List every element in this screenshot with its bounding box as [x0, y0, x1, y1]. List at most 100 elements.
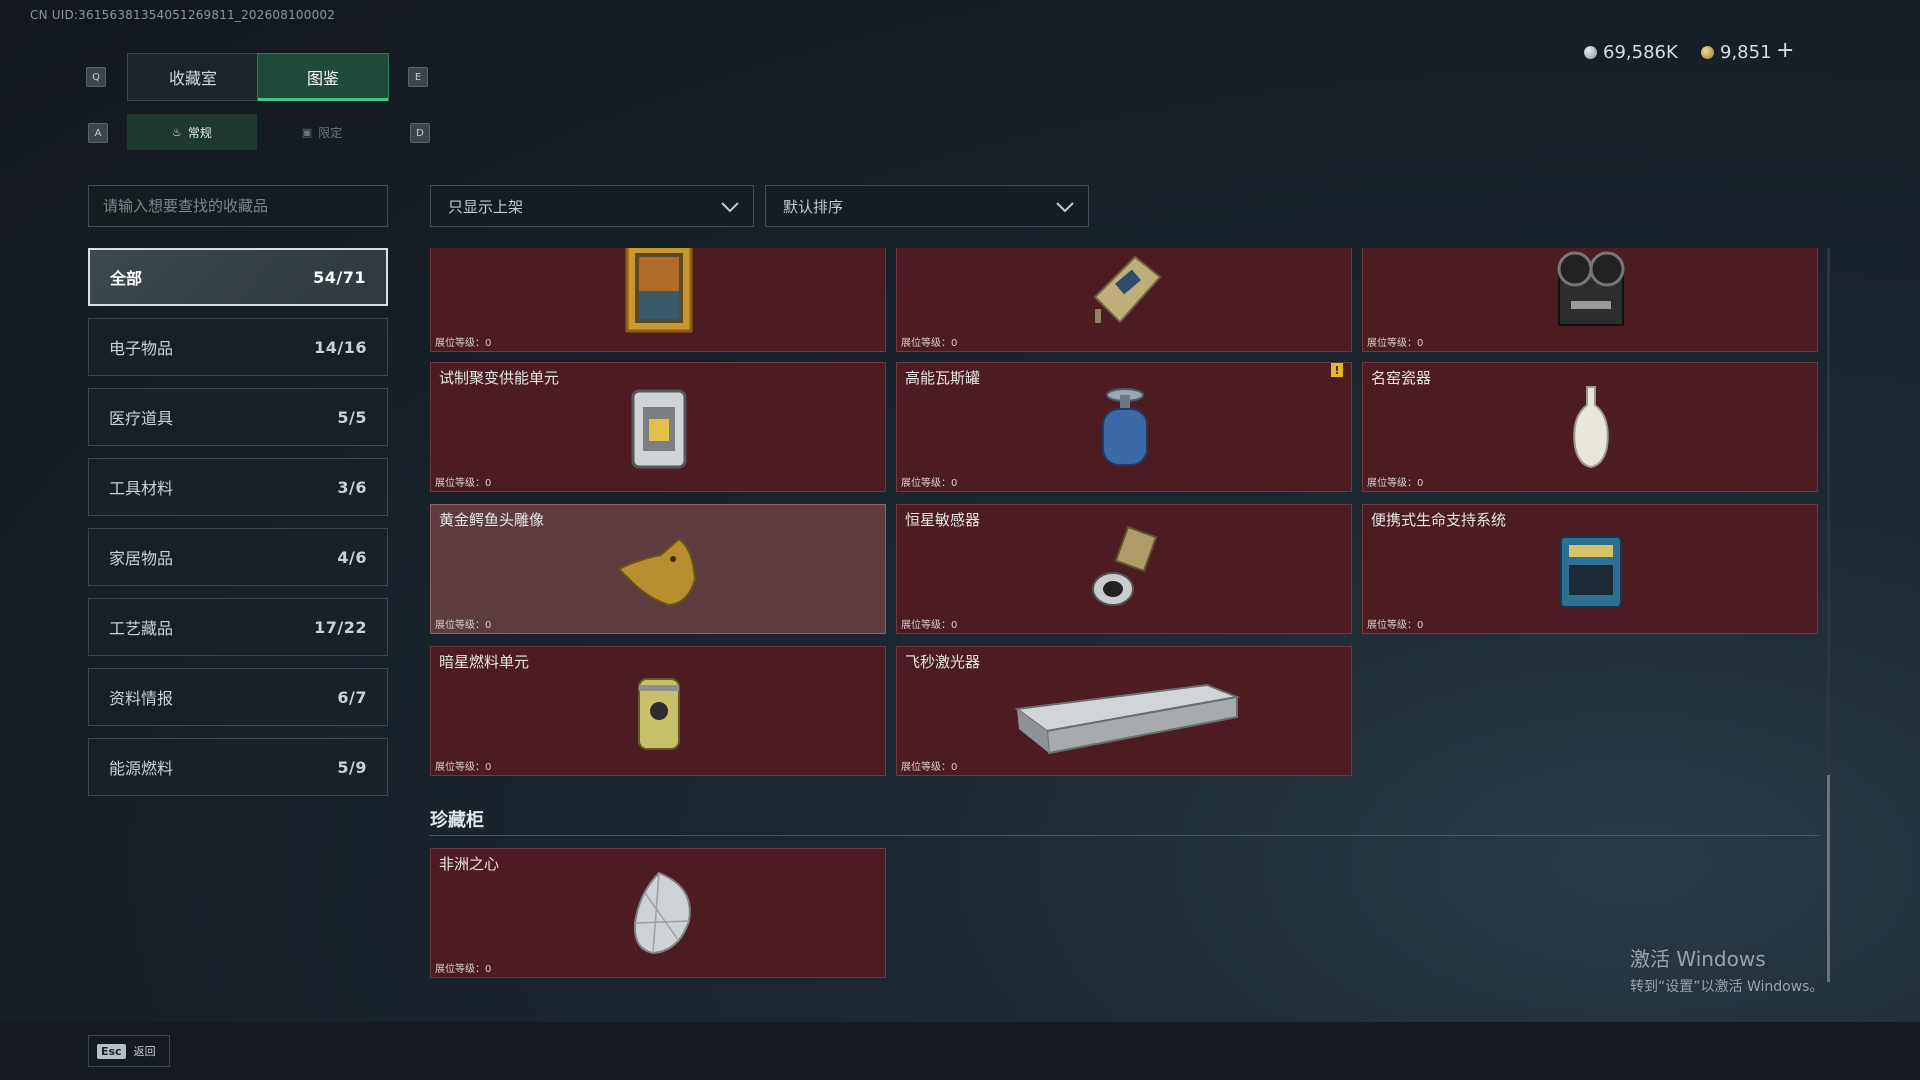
item-name: 飞秒激光器 — [905, 653, 981, 671]
laser-box-icon — [1014, 683, 1241, 755]
booth-level: 展位等级：0 — [435, 620, 492, 631]
search-input[interactable] — [89, 186, 387, 226]
subtab-regular[interactable]: ♨ 常规 — [127, 114, 257, 150]
category-count: 17/22 — [314, 617, 367, 637]
chevron-down-icon — [721, 202, 739, 213]
treasure-section-title: 珍藏柜 — [430, 810, 484, 831]
fusion-unit-icon — [631, 389, 687, 469]
device-icon — [1093, 255, 1162, 324]
watermark-title: 激活 Windows — [1630, 947, 1766, 971]
sort-dropdown[interactable]: 默认排序 — [765, 185, 1089, 227]
category-count: 4/6 — [337, 547, 367, 567]
category-household[interactable]: 家居物品 4/6 — [88, 528, 388, 586]
watermark-subtitle: 转到“设置”以激活 Windows。 — [1630, 979, 1824, 995]
life-support-icon — [1560, 536, 1622, 608]
tab-collection-room[interactable]: 收藏室 — [127, 53, 259, 101]
item-card-painting[interactable]: 展位等级：0 — [430, 248, 886, 352]
category-count: 6/7 — [337, 687, 367, 707]
item-card[interactable]: 高能瓦斯罐 ! 展位等级：0 — [896, 362, 1352, 492]
collection-grid: 展位等级：0 展位等级：0 展位等级：0 试制聚变供能单元 展位等级：0 高能瓦… — [430, 248, 1820, 1038]
booth-level: 展位等级：0 — [435, 762, 492, 773]
item-name: 黄金鳄鱼头雕像 — [439, 511, 545, 529]
esc-key-icon: Esc — [97, 1043, 126, 1059]
limited-icon: ▣ — [301, 125, 313, 139]
category-all[interactable]: 全部 54/71 — [88, 248, 388, 306]
category-count: 5/5 — [337, 407, 367, 427]
windows-activation-watermark: 激活 Windows 转到“设置”以激活 Windows。 — [1630, 943, 1823, 996]
booth-level: 展位等级：0 — [901, 478, 958, 489]
category-label: 工艺藏品 — [109, 619, 174, 638]
subtab-regular-label: 常规 — [187, 125, 212, 140]
item-name: 试制聚变供能单元 — [439, 369, 560, 387]
shelf-filter-value: 只显示上架 — [448, 197, 524, 216]
scrollbar-thumb[interactable] — [1827, 775, 1830, 982]
category-count: 3/6 — [337, 477, 367, 497]
item-card[interactable]: 名窑瓷器 展位等级：0 — [1362, 362, 1818, 492]
diamond-icon — [633, 871, 691, 955]
item-card-reel-recorder[interactable]: 展位等级：0 — [1362, 248, 1818, 352]
item-name: 便携式生命支持系统 — [1371, 511, 1507, 529]
item-name: 暗星燃料单元 — [439, 653, 530, 671]
category-label: 资料情报 — [109, 689, 174, 708]
category-crafts[interactable]: 工艺藏品 17/22 — [88, 598, 388, 656]
key-hint-prev-subtab: A — [88, 123, 108, 143]
item-card-device[interactable]: 展位等级：0 — [896, 248, 1352, 352]
booth-level: 展位等级：0 — [435, 964, 492, 975]
currency-secondary: 9,851 — [1701, 42, 1772, 63]
category-count: 54/71 — [313, 267, 366, 287]
item-card[interactable]: 黄金鳄鱼头雕像 展位等级：0 — [430, 504, 886, 634]
currency-secondary-value: 9,851 — [1720, 42, 1772, 63]
category-tools[interactable]: 工具材料 3/6 — [88, 458, 388, 516]
porcelain-vase-icon — [1573, 386, 1609, 469]
back-button[interactable]: Esc 返回 — [88, 1035, 170, 1067]
category-energy[interactable]: 能源燃料 5/9 — [88, 738, 388, 796]
shelf-filter-dropdown[interactable]: 只显示上架 — [430, 185, 754, 227]
category-electronics[interactable]: 电子物品 14/16 — [88, 318, 388, 376]
painting-icon — [625, 248, 693, 333]
item-card[interactable]: 暗星燃料单元 展位等级：0 — [430, 646, 886, 776]
category-label: 工具材料 — [109, 479, 174, 498]
search-box[interactable] — [88, 185, 388, 227]
booth-level: 展位等级：0 — [1367, 338, 1424, 349]
subtab-limited[interactable]: ▣ 限定 — [257, 114, 387, 150]
item-card[interactable]: 便携式生命支持系统 展位等级：0 — [1362, 504, 1818, 634]
booth-level: 展位等级：0 — [901, 338, 958, 349]
tab-codex[interactable]: 图鉴 — [257, 53, 389, 101]
booth-level: 展位等级：0 — [435, 478, 492, 489]
section-divider — [430, 835, 1820, 836]
booth-level: 展位等级：0 — [901, 762, 958, 773]
item-card[interactable]: 飞秒激光器 展位等级：0 — [896, 646, 1352, 776]
currency-primary-value: 69,586K — [1603, 42, 1678, 63]
category-label: 家居物品 — [109, 549, 174, 568]
category-label: 能源燃料 — [109, 759, 174, 778]
item-name: 高能瓦斯罐 — [905, 369, 981, 387]
booth-level: 展位等级：0 — [901, 620, 958, 631]
item-card[interactable]: 非洲之心 展位等级：0 — [430, 848, 886, 978]
flame-icon: ♨ — [172, 125, 182, 139]
booth-level: 展位等级：0 — [1367, 478, 1424, 489]
currency-primary: 69,586K — [1584, 42, 1678, 63]
key-hint-prev-tab: Q — [86, 67, 106, 87]
key-hint-next-subtab: D — [410, 123, 430, 143]
gold-coin-icon — [1701, 46, 1714, 59]
key-hint-next-tab: E — [408, 67, 428, 87]
silver-coin-icon — [1584, 46, 1597, 59]
fuel-canister-icon — [638, 678, 680, 750]
add-currency-button[interactable]: + — [1776, 38, 1794, 63]
warning-badge: ! — [1331, 363, 1343, 377]
subtab-limited-label: 限定 — [318, 125, 343, 140]
player-uid: CN UID:3615638135405126981​1_20260810000… — [30, 8, 336, 22]
category-intel[interactable]: 资料情报 6/7 — [88, 668, 388, 726]
item-name: 名窑瓷器 — [1371, 369, 1432, 387]
chevron-down-icon — [1056, 202, 1074, 213]
item-name: 恒星敏感器 — [905, 511, 981, 529]
item-card[interactable]: 试制聚变供能单元 展位等级：0 — [430, 362, 886, 492]
booth-level: 展位等级：0 — [435, 338, 492, 349]
gold-croc-icon — [617, 537, 697, 607]
item-card[interactable]: 恒星敏感器 展位等级：0 — [896, 504, 1352, 634]
category-label: 电子物品 — [109, 339, 174, 358]
category-medical[interactable]: 医疗道具 5/5 — [88, 388, 388, 446]
category-label: 医疗道具 — [109, 409, 174, 428]
star-sensor-icon — [1092, 525, 1158, 606]
reel-recorder-icon — [1557, 251, 1625, 326]
